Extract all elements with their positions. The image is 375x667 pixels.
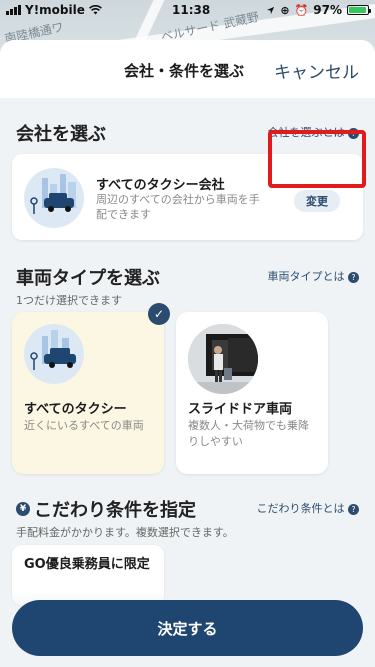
sheet-header: 会社・条件を選ぶ キャンセル — [0, 40, 375, 98]
vehicle-type-name: スライドドア車両 — [188, 402, 293, 417]
vehicle-type-all-taxi[interactable]: すべてのタクシー 近くにいるすべての車両 — [12, 312, 164, 474]
clock: 11:38 — [172, 3, 211, 17]
battery-label: 97% — [313, 3, 342, 17]
vehicle-section-header: 車両タイプを選ぶ 車両タイプとは ? 1つだけ選択できます — [16, 264, 359, 308]
page-title: 会社・条件を選ぶ — [124, 62, 245, 80]
help-icon: ? — [348, 503, 359, 515]
section-subtitle: 手配料金がかかります。複数選択できます。 — [16, 526, 234, 539]
company-name: すべてのタクシー会社 — [96, 178, 225, 193]
taxi-illustration — [24, 324, 84, 384]
section-title: こだわり条件を指定 — [34, 500, 196, 521]
rotation-lock-icon: ⊕ — [280, 3, 290, 17]
decide-button[interactable]: 決定する — [12, 600, 363, 656]
preference-option-label: GO優良乗務員に限定 — [24, 557, 150, 572]
location-icon — [267, 6, 275, 14]
help-icon: ? — [348, 271, 359, 283]
section-subtitle: 1つだけ選択できます — [16, 294, 122, 307]
status-bar: Y!mobile 11:38 ⊕ ⏰ 97% — [0, 0, 375, 20]
vehicle-type-slide-door[interactable]: スライドドア車両 複数人・大荷物でも乗降りしやすい — [176, 312, 328, 474]
change-company-button[interactable]: 変更 — [294, 190, 340, 212]
alarm-icon: ⏰ — [294, 3, 309, 17]
battery-icon — [347, 5, 371, 15]
taxi-illustration — [24, 168, 84, 228]
yen-icon: ¥ — [16, 502, 30, 516]
slide-door-van-photo — [188, 324, 258, 394]
preference-help-link[interactable]: こだわり条件とは ? — [257, 500, 359, 516]
cancel-button[interactable]: キャンセル — [274, 58, 359, 83]
highlight-annotation — [268, 130, 366, 188]
check-icon: ✓ — [148, 303, 170, 325]
wifi-icon — [88, 5, 102, 15]
company-description: 周辺のすべての会社から車両を手配できます — [96, 193, 260, 221]
vehicle-type-description: 近くにいるすべての車両 — [24, 419, 144, 432]
preference-section-header: ¥ こだわり条件を指定 こだわり条件とは ? 手配料金がかかります。複数選択でき… — [16, 496, 359, 540]
carrier-label: Y!mobile — [25, 3, 85, 17]
signal-icon — [6, 5, 21, 15]
vehicle-help-link[interactable]: 車両タイプとは ? — [268, 268, 359, 284]
vehicle-type-name: すべてのタクシー — [24, 402, 127, 417]
vehicle-type-description: 複数人・大荷物でも乗降りしやすい — [188, 419, 309, 448]
